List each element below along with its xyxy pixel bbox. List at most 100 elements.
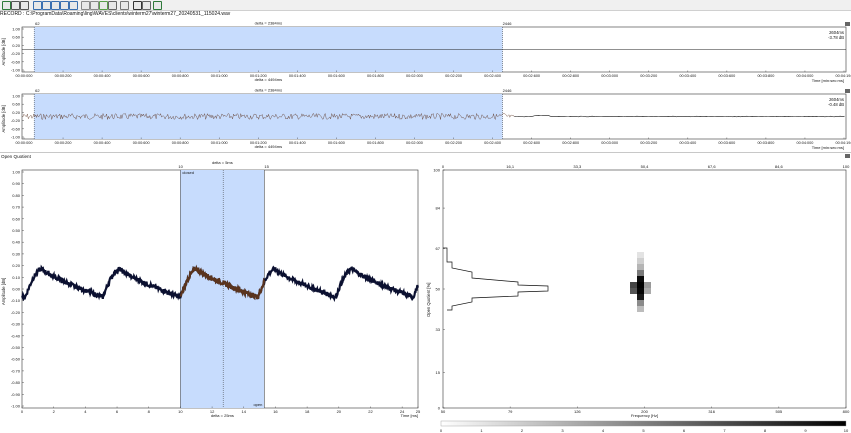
hist-ytick-label: 84 [436,206,441,211]
og-xtick-label: 2 [53,409,56,414]
trace2-cursor-left-label: 62 [35,88,40,93]
hist-xtick-label: 79 [508,409,513,414]
trace2-xtick-label: 00:03:800 [757,141,774,145]
og-xtick-label: 4 [84,409,87,414]
hist-ytick-label: 50 [436,287,441,292]
trace2-xtick-label: 00:00:600 [133,141,150,145]
trace1-ytick-label: 1.00 [12,27,21,32]
trace1-xtick-label: 00:00:000 [16,74,33,78]
trace1-xtick-label: 00:00:800 [172,74,189,78]
hist-top-tick-label: 16,1 [506,164,515,169]
hist-ytick-label: 100 [433,168,440,173]
trace2-xtick-label: 00:02:000 [406,141,423,145]
trace1-xtick-label: 00:02:800 [562,74,579,78]
colorbar-tick-label: 10 [844,428,849,433]
section-divider [0,152,851,153]
og-xtick-label: 10 [178,409,183,414]
og-ytick-label: -1.00 [11,404,21,409]
trace2-ytick-label: 0.20 [12,110,21,115]
og-xlabel: Time [ms] [401,413,418,418]
trace2-ylabel: Amplitude [dB] [1,105,6,132]
trace1-ytick-label: 0.60 [12,35,21,40]
trace1-xtick-label: 00:02:000 [406,74,423,78]
colorbar-tick-label: 1 [480,428,483,433]
og-xtick-label: 18 [305,409,310,414]
trace1-cursor-left-label: 62 [35,21,40,26]
trace1-xtick-label: 00:02:400 [484,74,501,78]
hist-xtick-label: 505 [775,409,782,414]
hist-xtick-label: 126 [574,409,581,414]
hist-top-tick-label: 33,3 [573,164,582,169]
hist-ytick-label: 15 [436,370,441,375]
panel-menu-icon[interactable] [845,89,850,93]
trace1-xtick-label: 00:01:800 [367,74,384,78]
trace2-cursor-right-label: 2446 [503,88,513,93]
trace2-xlabel: Time [min:sec:ms] [812,145,844,150]
hist-top-tick-label: 50,4 [641,164,650,169]
analysis-canvas: 1.00 0.60 0.20 -0.20 -0.60 -1.00 Amplitude [dB… [0,21,851,433]
og-xtick-label: 20 [337,409,342,414]
colorbar-tick-label: 6 [683,428,686,433]
hist-ylabel: Open Quotient [%] [426,283,431,317]
og-cursor-left-label: 10 [178,164,183,169]
hist-xtick-label: 800 [843,409,850,414]
trace1-xtick-label: 00:01:200 [250,74,267,78]
hist-xtick-label: 316 [708,409,715,414]
trace1-xtick-label: 00:00:200 [55,74,72,78]
hist-top-tick-label: 84,6 [775,164,784,169]
colorbar-tick-label: 9 [804,428,807,433]
og-xtick-label: 22 [368,409,373,414]
colorbar-tick-label: 8 [764,428,767,433]
colorbar-tick-label: 2 [521,428,524,433]
trace2-delta-top: delta = 2384ms [255,88,282,93]
og-ytick-label: 0.90 [12,181,21,186]
trace2-xtick-label: 00:00:400 [94,141,111,145]
og-ytick-label: -0.60 [11,357,21,362]
heatmap-cell [630,282,637,288]
trace2-ytick-label: -0.60 [11,126,21,131]
og-xtick-label: 0 [21,409,24,414]
trace1-xtick-label: 00:02:600 [523,74,540,78]
trace1-ytick-label: -0.20 [11,51,21,56]
og-delta-bottom: delta = 25ms [211,413,234,418]
trace2-xtick-label: 00:03:200 [640,141,657,145]
og-xtick-label: 14 [242,409,247,414]
heatmap-cell [637,300,644,306]
hist-top-tick-label: 67,6 [708,164,717,169]
trace1-xlabel: Time [min:sec:ms] [812,78,844,83]
trace2-xtick-label: 00:02:600 [523,141,540,145]
panel-menu-icon[interactable] [845,22,850,26]
trace2-xtick-label: 00:03:000 [601,141,618,145]
trace1-xtick-label: 00:03:600 [718,74,735,78]
og-selection[interactable] [180,170,265,408]
trace1-xtick-label: 00:00:600 [133,74,150,78]
colorbar-tick-label: 4 [602,428,605,433]
trace1-xtick-label: 00:00:400 [94,74,111,78]
trace2-xtick-label: 00:00:200 [55,141,72,145]
trace2-xtick-label: 00:02:800 [562,141,579,145]
heatmap-cell [637,252,644,258]
og-ytick-label: -0.40 [11,333,21,338]
trace2-xtick-label: 00:03:400 [679,141,696,145]
trace1-delta-top: delta = 2384ms [255,21,282,26]
trace1-xtick-label: 00:01:400 [289,74,306,78]
colorbar [440,420,847,427]
heatmap-cell [644,288,651,294]
og-ytick-label: 0.10 [12,275,21,280]
heatmap-cell [630,288,637,294]
og-ytick-label: -0.30 [11,322,21,327]
hist-xtick-label: 50 [441,409,446,414]
panel-menu-icon[interactable] [845,154,850,158]
colorbar-tick-label: 5 [642,428,645,433]
og-open-label: open [253,402,262,407]
heatmap-cell [637,294,644,300]
heatmap-cell [637,282,644,288]
open-quotient-title: Open Quotient [1,154,32,159]
trace2-xtick-label: 00:01:400 [289,141,306,145]
og-delta-top: delta = 5ms [212,160,233,165]
og-ytick-label: 0.80 [12,193,21,198]
trace1-xtick-label: 00:01:000 [211,74,228,78]
heatmap-cell [637,270,644,276]
trace2-xtick-label: 00:02:200 [445,141,462,145]
og-xtick-label: 16 [273,409,278,414]
